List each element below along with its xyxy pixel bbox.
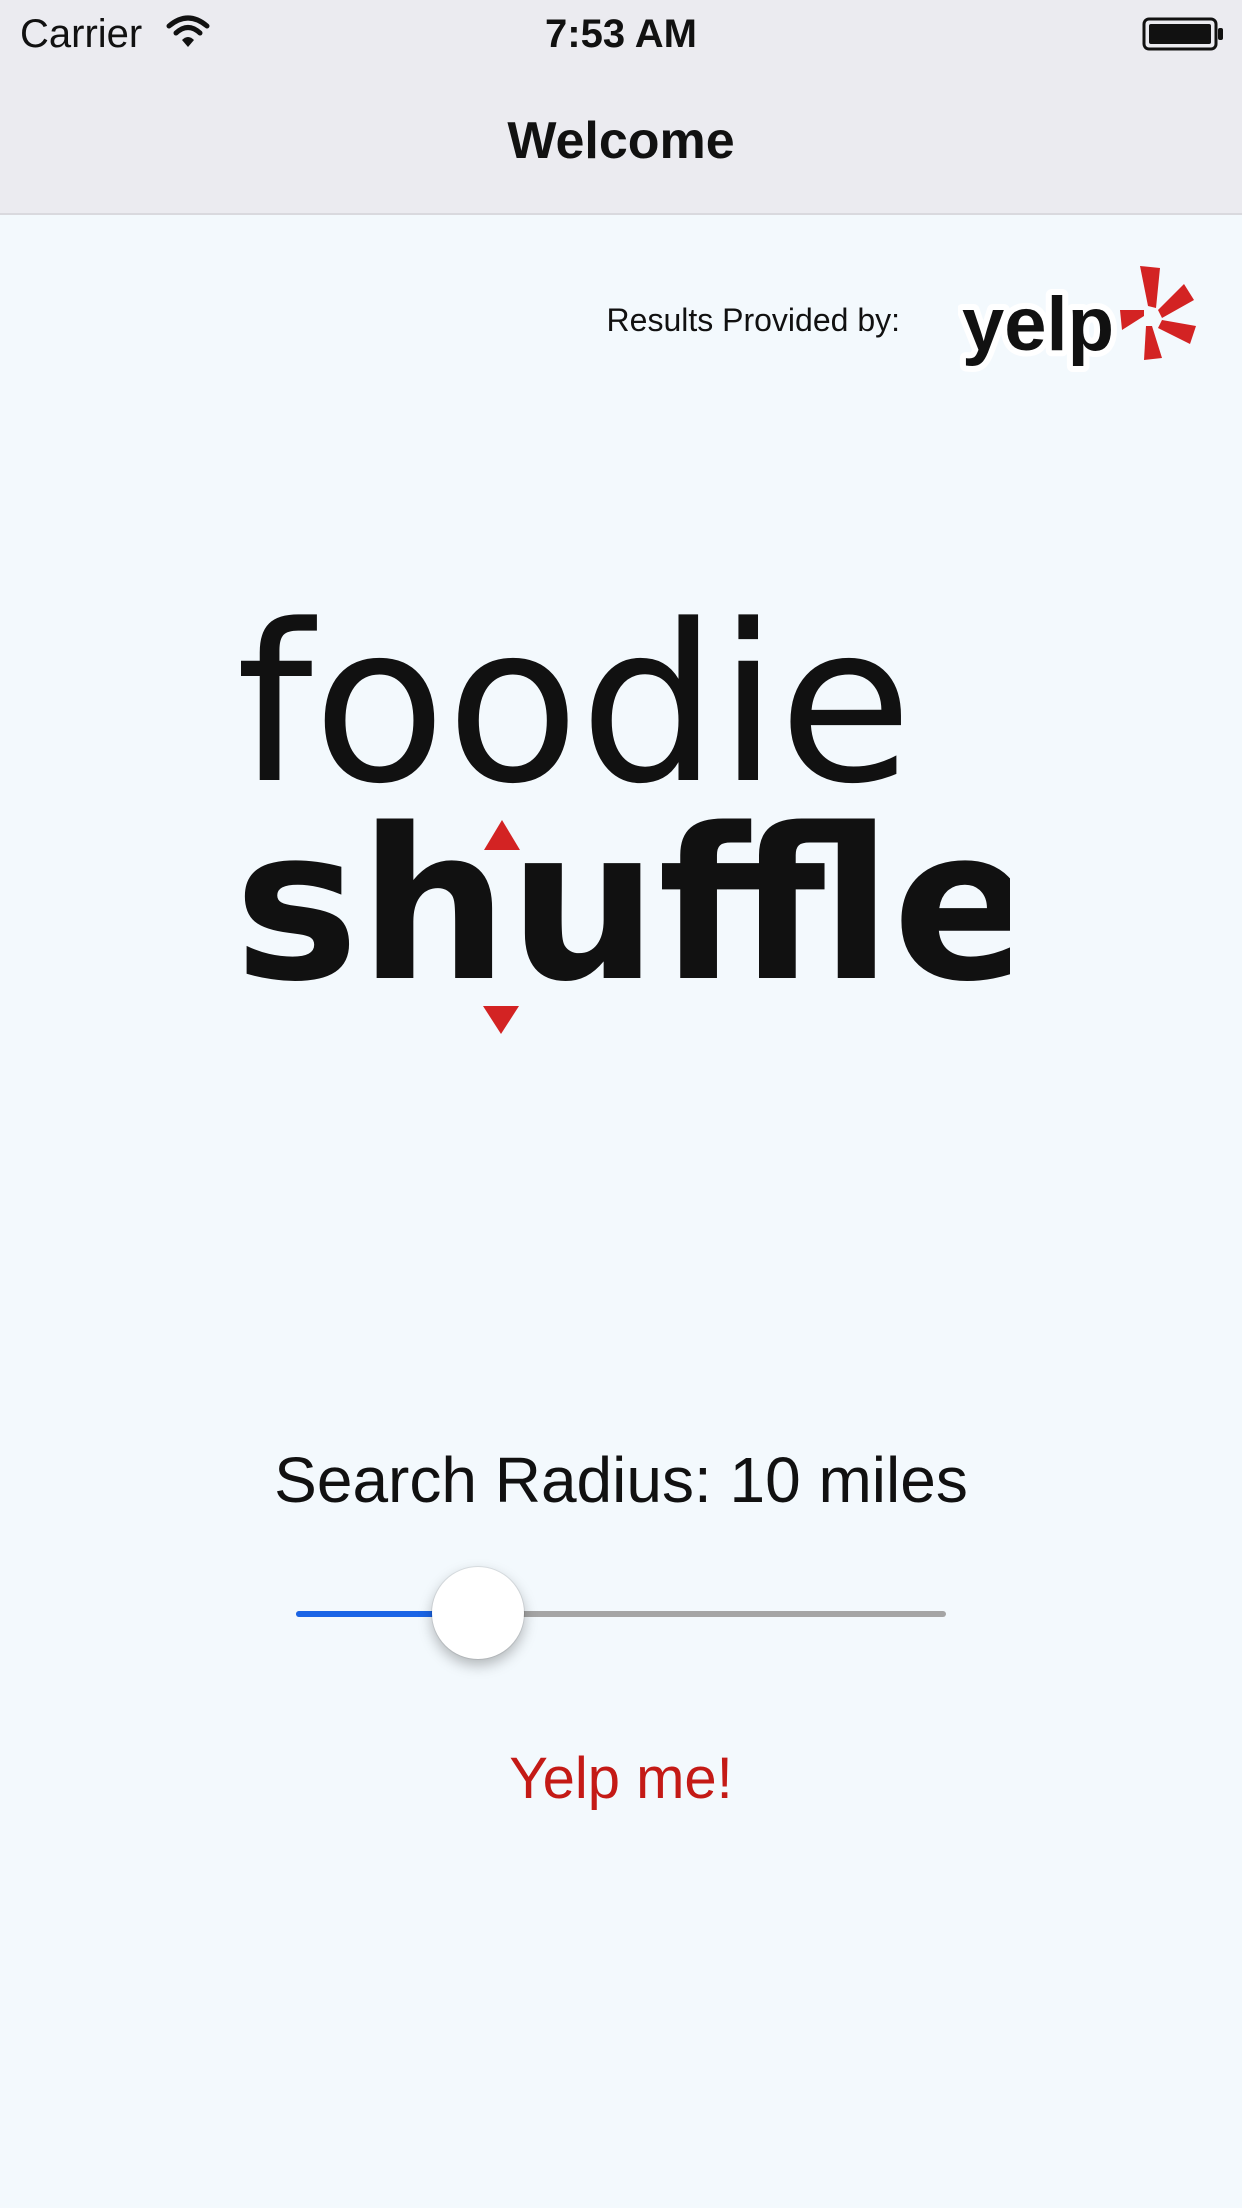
logo-line-shuffle: shuffle	[234, 783, 1010, 1028]
page-title: Welcome	[507, 112, 735, 170]
search-radius-slider[interactable]	[296, 1564, 946, 1664]
yelp-wordmark: yelp	[962, 282, 1114, 367]
yelp-logo[interactable]: yelp yelp	[958, 262, 1198, 376]
top-bar: Carrier 7:53 AM Welcome	[0, 0, 1242, 215]
yelp-burst-icon	[1120, 266, 1196, 360]
attribution-label: Results Provided by:	[606, 302, 900, 338]
status-time: 7:53 AM	[545, 12, 697, 56]
foodie-shuffle-logo: foodie shuffle	[234, 592, 1010, 1034]
yelp-me-button[interactable]: Yelp me!	[421, 1738, 821, 1820]
search-radius-label: Search Radius: 10 miles	[274, 1444, 968, 1516]
battery-full-icon	[1142, 17, 1223, 51]
slider-thumb[interactable]	[432, 1567, 524, 1659]
